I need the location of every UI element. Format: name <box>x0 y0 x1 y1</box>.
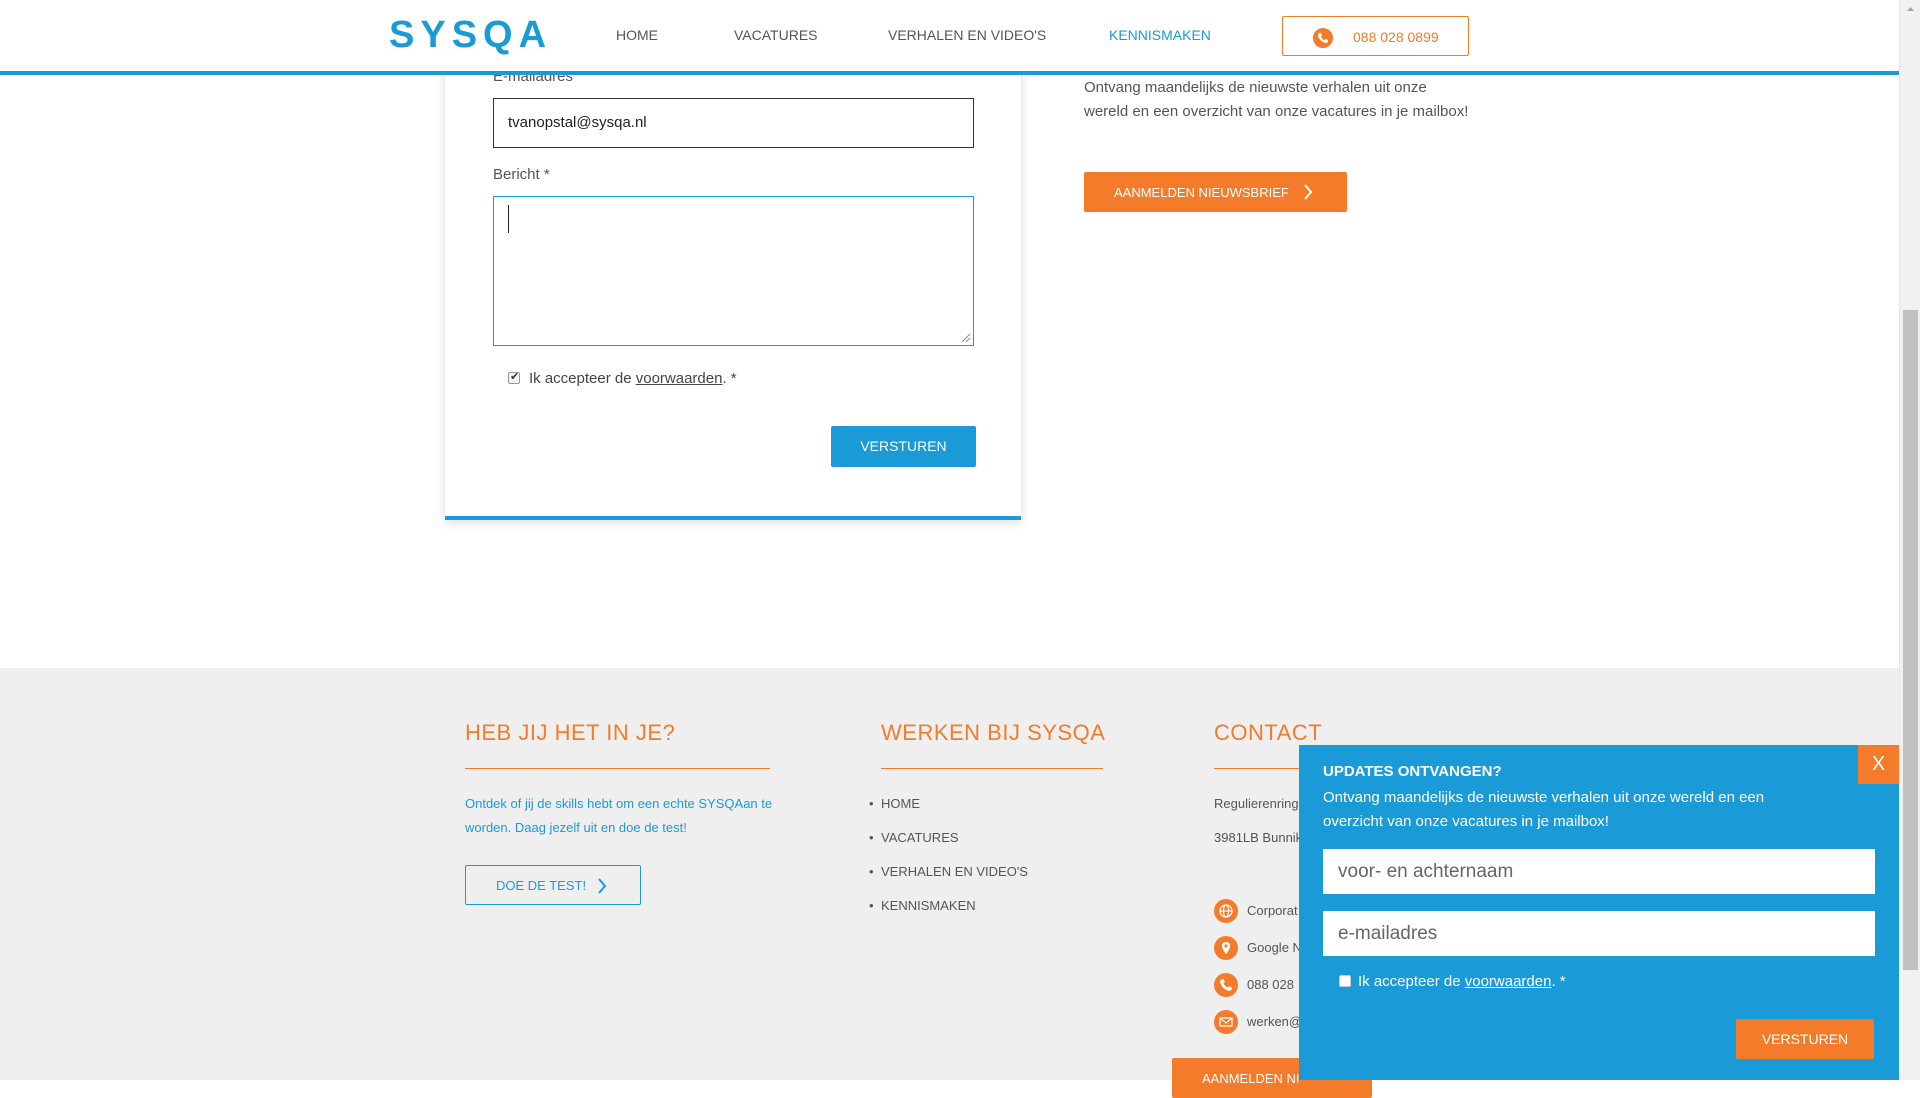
footer-title-contact: CONTACT <box>1214 720 1323 745</box>
nav-home[interactable]: HOME <box>616 27 658 43</box>
popup-terms-label: Ik accepteer de voorwaarden. * <box>1358 973 1566 990</box>
logo[interactable]: SYSQA <box>389 14 552 57</box>
footer-title-test: HEB JIJ HET IN JE? <box>465 720 676 745</box>
message-field[interactable] <box>493 196 974 346</box>
globe-icon <box>1214 899 1238 923</box>
newsletter-signup-button[interactable]: AANMELDEN NIEUWSBRIEF <box>1084 172 1347 212</box>
mail-icon <box>1214 1010 1238 1034</box>
newsletter-text: Ontvang maandelijks de nieuwste verhalen… <box>1084 79 1469 120</box>
scroll-up-icon[interactable] <box>1900 0 1920 17</box>
resize-handle-icon[interactable] <box>961 333 971 343</box>
contact-phone[interactable]: 088 028 <box>1247 977 1294 992</box>
newsletter-signup-label: AANMELDEN NIEUWSBRIEF <box>1114 185 1289 200</box>
footer-divider <box>465 768 770 769</box>
scrollbar-thumb[interactable] <box>1903 310 1918 970</box>
take-test-label: DOE DE TEST! <box>496 878 587 893</box>
submit-button[interactable]: VERSTUREN <box>831 426 976 467</box>
footer-link-kennismaken[interactable]: KENNISMAKEN <box>869 898 976 913</box>
footer-newsletter-label: AANMELDEN NI <box>1202 1071 1300 1086</box>
page-scrollbar[interactable] <box>1899 0 1920 1080</box>
message-label: Bericht * <box>493 166 550 183</box>
email-field[interactable]: tvanopstal@sysqa.nl <box>493 98 974 148</box>
text-caret <box>508 205 509 233</box>
footer-link-vacatures[interactable]: VACATURES <box>869 830 958 845</box>
nav-verhalen[interactable]: VERHALEN EN VIDEO'S <box>888 27 1046 43</box>
footer-link-verhalen[interactable]: VERHALEN EN VIDEO'S <box>869 864 1028 879</box>
contact-form-card: E-mailadres tvanopstal@sysqa.nl Bericht … <box>445 0 1021 520</box>
contact-website[interactable]: Corporat <box>1247 903 1298 918</box>
phone-icon <box>1214 973 1238 997</box>
terms-label: Ik accepteer de voorwaarden. * <box>529 370 737 387</box>
nav-vacatures[interactable]: VACATURES <box>734 27 818 43</box>
popup-terms-prefix: Ik accepteer de <box>1358 973 1461 990</box>
contact-address-city: 3981LB Bunnik <box>1214 830 1303 845</box>
popup-email-input[interactable]: e-mailadres <box>1323 911 1875 956</box>
popup-text: Ontvang maandelijks de nieuwste verhalen… <box>1323 789 1765 830</box>
terms-prefix: Ik accepteer de <box>529 370 632 387</box>
phone-button[interactable]: 088 028 0899 <box>1282 16 1469 56</box>
contact-email[interactable]: werken@ <box>1247 1014 1302 1029</box>
take-test-button[interactable]: DOE DE TEST! <box>465 865 641 905</box>
chevron-right-icon <box>598 878 607 894</box>
footer-divider <box>881 768 1103 769</box>
terms-suffix: . * <box>722 370 737 387</box>
phone-icon <box>1313 28 1333 48</box>
terms-link[interactable]: voorwaarden <box>636 370 723 387</box>
chevron-right-icon <box>1304 184 1313 200</box>
popup-title: UPDATES ONTVANGEN? <box>1323 763 1502 780</box>
terms-checkbox[interactable] <box>508 370 520 384</box>
footer-link-home[interactable]: HOME <box>869 796 920 811</box>
popup-terms-suffix: . * <box>1551 973 1566 990</box>
popup-name-input[interactable]: voor- en achternaam <box>1323 849 1875 894</box>
popup-submit-button[interactable]: VERSTUREN <box>1736 1019 1874 1059</box>
site-header: SYSQA HOME VACATURES VERHALEN EN VIDEO'S… <box>0 0 1899 75</box>
popup-terms-checkbox[interactable] <box>1339 975 1351 987</box>
popup-terms-link[interactable]: voorwaarden <box>1465 973 1552 990</box>
footer-test-text: Ontdek of jij de skills hebt om een echt… <box>465 796 773 835</box>
contact-google-maps[interactable]: Google N <box>1247 940 1302 955</box>
newsletter-popup: X UPDATES ONTVANGEN? Ontvang maandelijks… <box>1299 745 1899 1080</box>
nav-kennismaken[interactable]: KENNISMAKEN <box>1109 27 1211 43</box>
map-pin-icon <box>1214 936 1238 960</box>
phone-number: 088 028 0899 <box>1353 29 1439 45</box>
footer-title-werken: WERKEN BIJ SYSQA <box>881 720 1106 745</box>
close-button[interactable]: X <box>1858 745 1899 784</box>
contact-address-street: Regulierenring <box>1214 796 1299 811</box>
header-divider <box>0 71 1899 75</box>
